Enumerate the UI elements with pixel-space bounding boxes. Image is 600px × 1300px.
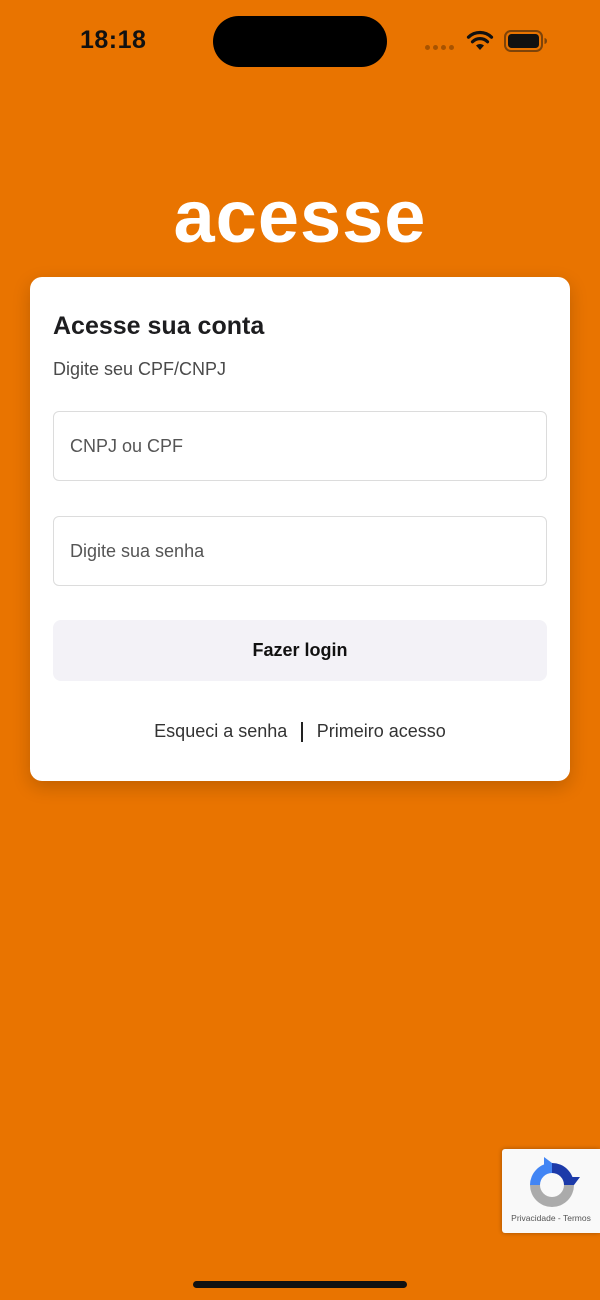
battery-icon	[504, 30, 547, 52]
password-input[interactable]	[53, 516, 547, 586]
recaptcha-badge[interactable]: Privacidade - Termos	[502, 1149, 600, 1233]
auth-links: Esqueci a senha Primeiro acesso	[30, 721, 570, 742]
forgot-password-link[interactable]: Esqueci a senha	[154, 721, 287, 742]
acesse-logo: acesse	[173, 175, 427, 258]
wifi-icon	[466, 30, 494, 50]
recaptcha-links[interactable]: Privacidade - Termos	[502, 1213, 600, 1223]
card-subtitle: Digite seu CPF/CNPJ	[53, 359, 227, 379]
cpf-cnpj-input[interactable]	[53, 411, 547, 481]
page-title: Acesse sua conta	[53, 312, 265, 340]
first-access-link[interactable]: Primeiro acesso	[317, 721, 446, 742]
recaptcha-icon	[530, 1157, 580, 1207]
login-card: Acesse sua conta Digite seu CPF/CNPJ Faz…	[30, 277, 570, 781]
status-time: 18:18	[80, 26, 147, 54]
links-divider	[301, 721, 303, 742]
home-indicator[interactable]	[193, 1281, 407, 1288]
login-button[interactable]: Fazer login	[53, 620, 547, 681]
status-bar: 18:18	[0, 0, 600, 84]
dynamic-island	[213, 16, 387, 67]
signal-dots-icon	[425, 45, 454, 50]
